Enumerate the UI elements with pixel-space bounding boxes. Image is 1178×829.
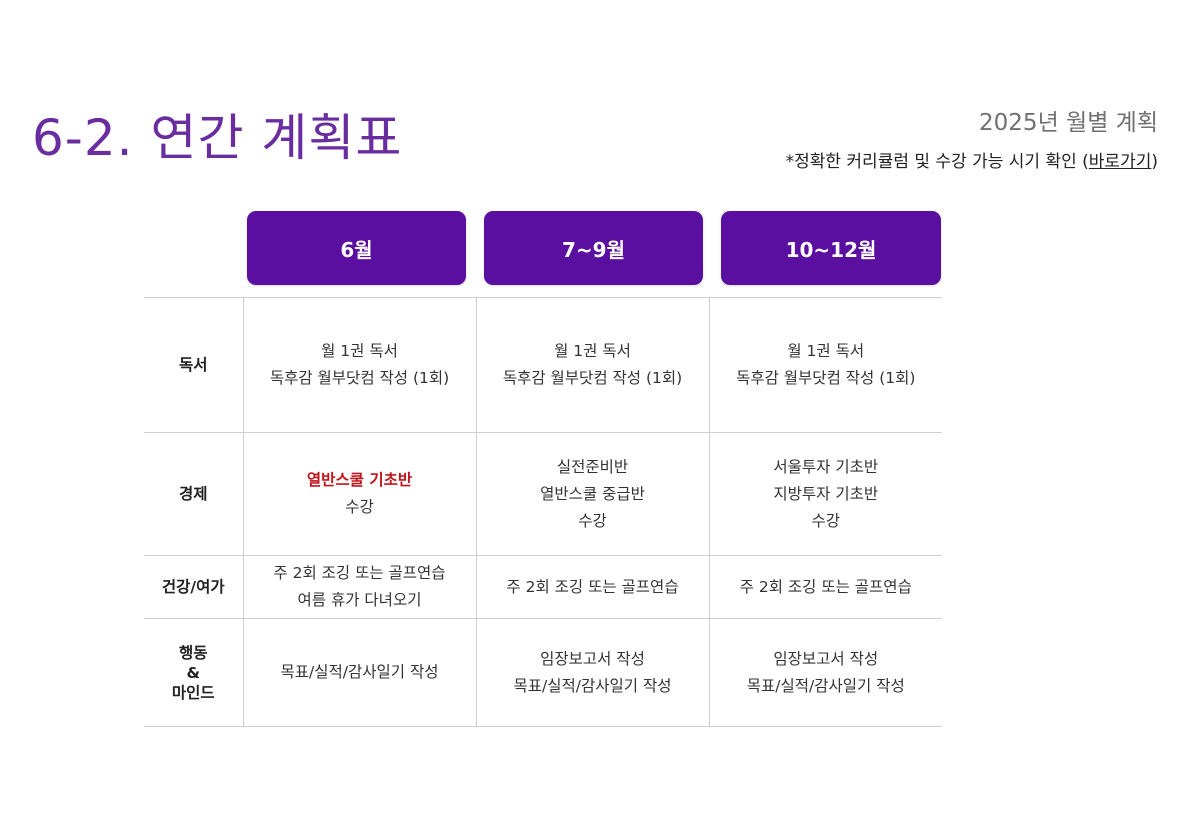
shortcut-link[interactable]: 바로가기 xyxy=(1089,152,1152,172)
cell-line: 수강 xyxy=(345,498,374,516)
page-title: 6-2. 연간 계획표 xyxy=(32,109,403,167)
cell-line: 주 2회 조깅 또는 골프연습 xyxy=(506,577,679,596)
table-row-action-mind: 행동 & 마인드 목표/실적/감사일기 작성 임장보고서 작성 목표/실적/감사… xyxy=(144,618,942,727)
cell-line: 목표/실적/감사일기 작성 xyxy=(513,676,672,695)
annual-plan-table: 독서 월 1권 독서 독후감 월부닷컴 작성 (1회) 월 1권 독서 독후감 … xyxy=(144,297,942,727)
plan-cell-health-june: 주 2회 조깅 또는 골프연습 여름 휴가 다녀오기 xyxy=(242,555,476,619)
cell-line: 여름 휴가 다녀오기 xyxy=(297,591,422,609)
month-header-oct-dec: 10~12월 xyxy=(721,211,941,285)
row-header-label: 행동 xyxy=(178,643,208,662)
plan-cell-health-oct-dec: 주 2회 조깅 또는 골프연습 xyxy=(708,555,942,619)
note-prefix: *정확한 커리큘럼 및 수강 가능 시기 확인 ( xyxy=(785,152,1089,172)
table-row-economy: 경제 열반스쿨 기초반 수강 실전준비반 열반스쿨 중급반 수강 서울투자 기초… xyxy=(144,432,942,556)
cell-line: 임장보고서 작성 xyxy=(773,649,879,668)
row-header-label: 마인드 xyxy=(171,683,215,702)
plan-cell-economy-june: 열반스쿨 기초반 수강 xyxy=(242,432,476,556)
row-header-label: & xyxy=(186,663,201,682)
plan-cell-reading-jul-sep: 월 1권 독서 독후감 월부닷컴 작성 (1회) xyxy=(475,297,709,433)
row-header-label: 경제 xyxy=(178,485,208,503)
plan-cell-action-jul-sep: 임장보고서 작성 목표/실적/감사일기 작성 xyxy=(475,618,709,727)
cell-line: 독후감 월부닷컴 작성 (1회) xyxy=(502,369,683,387)
cell-line: 수강 xyxy=(578,511,607,530)
table-row-reading: 독서 월 1권 독서 독후감 월부닷컴 작성 (1회) 월 1권 독서 독후감 … xyxy=(144,297,942,433)
cell-line: 독후감 월부닷컴 작성 (1회) xyxy=(736,369,916,387)
row-header-economy: 경제 xyxy=(144,432,243,556)
cell-line: 열반스쿨 중급반 xyxy=(540,484,645,503)
curriculum-note: *정확한 커리큘럼 및 수강 가능 시기 확인 (바로가기) xyxy=(786,147,1158,172)
cell-line: 임장보고서 작성 xyxy=(540,649,645,668)
plan-cell-reading-oct-dec: 월 1권 독서 독후감 월부닷컴 작성 (1회) xyxy=(708,297,942,433)
row-header-health: 건강/여가 xyxy=(144,555,243,619)
plan-cell-reading-june: 월 1권 독서 독후감 월부닷컴 작성 (1회) xyxy=(242,297,476,433)
cell-line: 서울투자 기초반 xyxy=(773,457,879,476)
cell-line: 주 2회 조깅 또는 골프연습 xyxy=(273,564,446,582)
table-row-health: 건강/여가 주 2회 조깅 또는 골프연습 여름 휴가 다녀오기 주 2회 조깅… xyxy=(144,555,942,619)
highlighted-course: 열반스쿨 기초반 xyxy=(306,471,413,489)
cell-line: 목표/실적/감사일기 작성 xyxy=(746,676,905,695)
cell-line: 실전준비반 xyxy=(556,457,629,476)
plan-cell-action-oct-dec: 임장보고서 작성 목표/실적/감사일기 작성 xyxy=(708,618,942,727)
cell-line: 목표/실적/감사일기 작성 xyxy=(280,663,439,681)
page-subtitle: 2025년 월별 계획 xyxy=(979,110,1158,136)
cell-line: 주 2회 조깅 또는 골프연습 xyxy=(739,577,912,596)
cell-line: 월 1권 독서 xyxy=(554,342,631,360)
plan-cell-action-june: 목표/실적/감사일기 작성 xyxy=(242,618,476,727)
cell-line: 월 1권 독서 xyxy=(787,342,865,360)
cell-line: 지방투자 기초반 xyxy=(773,484,879,503)
plan-cell-health-jul-sep: 주 2회 조깅 또는 골프연습 xyxy=(475,555,709,619)
row-header-reading: 독서 xyxy=(144,297,243,433)
row-header-action-mind: 행동 & 마인드 xyxy=(144,618,243,727)
cell-line: 수강 xyxy=(811,511,841,530)
cell-line: 독후감 월부닷컴 작성 (1회) xyxy=(269,369,450,387)
plan-cell-economy-jul-sep: 실전준비반 열반스쿨 중급반 수강 xyxy=(475,432,709,556)
row-header-label: 건강/여가 xyxy=(161,578,225,596)
row-header-label: 독서 xyxy=(178,356,208,374)
plan-cell-economy-oct-dec: 서울투자 기초반 지방투자 기초반 수강 xyxy=(708,432,942,556)
cell-line: 월 1권 독서 xyxy=(321,342,398,360)
note-suffix: ) xyxy=(1151,152,1158,172)
month-header-jul-sep: 7~9월 xyxy=(484,211,703,285)
month-header-june: 6월 xyxy=(247,211,466,285)
